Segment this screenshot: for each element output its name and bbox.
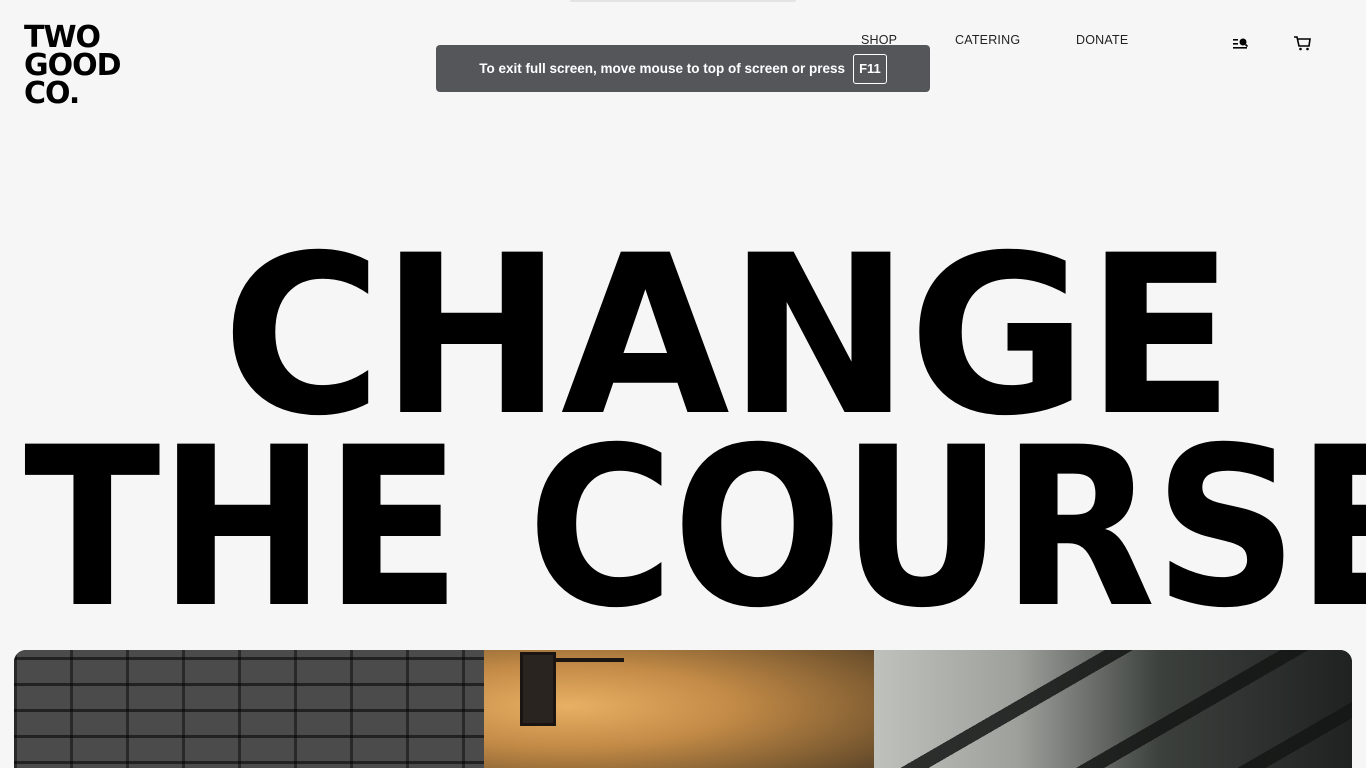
logo-line-3: CO. <box>24 76 80 111</box>
staircase-image <box>894 650 1352 768</box>
hero-headline-line-2: THE COURSE <box>24 400 1366 656</box>
fullscreen-toast-key: F11 <box>853 53 887 84</box>
hero-video[interactable] <box>14 650 1352 768</box>
menu-search-icon[interactable] <box>1232 34 1252 52</box>
brick-wall-image <box>14 650 504 768</box>
fullscreen-exit-toast: To exit full screen, move mouse to top o… <box>436 45 930 92</box>
fullscreen-top-handle[interactable] <box>570 0 796 2</box>
cart-icon[interactable] <box>1293 34 1313 52</box>
wall-lamp-image <box>520 652 556 726</box>
page: TWO GOOD CO. SHOP CATERING DONATE To exi… <box>0 0 1366 768</box>
fullscreen-toast-message: To exit full screen, move mouse to top o… <box>479 61 846 76</box>
nav-link-donate[interactable]: DONATE <box>1076 33 1128 47</box>
wall-lamp-arm <box>554 658 624 662</box>
nav-link-catering[interactable]: CATERING <box>955 33 1020 47</box>
